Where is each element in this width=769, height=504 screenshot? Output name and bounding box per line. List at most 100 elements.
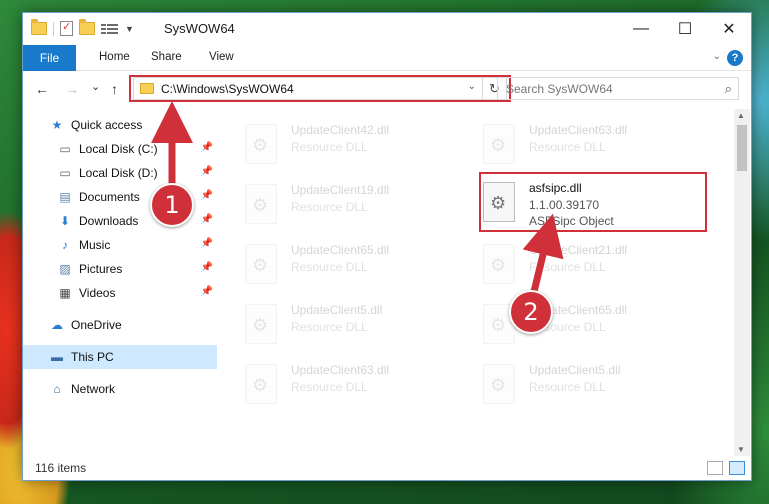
dll-file-icon <box>245 184 277 224</box>
sidebar-item-onedrive[interactable]: ☁ OneDrive <box>23 313 217 337</box>
file-item[interactable]: UpdateClient65.dll Resource DLL <box>223 235 453 293</box>
pin-icon: 📌 <box>200 238 213 249</box>
toolbar-separator <box>53 21 54 36</box>
file-type: Resource DLL <box>291 380 368 394</box>
drive-icon: ▭ <box>59 142 71 156</box>
file-name: UpdateClient42.dll <box>291 123 390 137</box>
dll-file-icon <box>483 124 515 164</box>
file-item[interactable]: UpdateClient21.dll Resource DLL <box>461 235 691 293</box>
navigation-pane: ★ Quick access ▭ Local Disk (C:) 📌 ▭ Loc… <box>23 113 217 453</box>
sidebar-item-label: Music <box>79 238 111 252</box>
drive-icon: ▭ <box>59 166 71 180</box>
scroll-down-icon[interactable]: ▼ <box>737 445 745 454</box>
scroll-up-icon[interactable]: ▲ <box>737 111 745 120</box>
sidebar-item-this-pc[interactable]: ▬ This PC <box>23 345 217 369</box>
file-highlight-box <box>479 172 707 232</box>
pin-icon: 📌 <box>200 214 213 225</box>
file-item[interactable]: UpdateClient42.dll Resource DLL <box>223 115 453 173</box>
file-name: UpdateClient63.dll <box>529 123 628 137</box>
tab-view[interactable]: View <box>209 51 234 63</box>
item-count: 116 items <box>35 461 87 475</box>
pin-icon: 📌 <box>200 262 213 273</box>
quick-access-toolbar: ▼ <box>31 19 134 36</box>
documents-icon: ▤ <box>59 190 71 204</box>
title-bar: ▼ SysWOW64 — ☐ ✕ <box>23 13 751 45</box>
file-name: UpdateClient5.dll <box>291 303 383 317</box>
file-name: UpdateClient63.dll <box>291 363 390 377</box>
forward-button[interactable]: → <box>65 81 79 97</box>
expand-ribbon-icon[interactable]: ⌄ <box>713 51 721 62</box>
dll-file-icon <box>245 364 277 404</box>
sidebar-item-network[interactable]: ⌂ Network <box>23 377 217 401</box>
file-item[interactable]: UpdateClient5.dll Resource DLL <box>461 355 691 413</box>
sidebar-item-local-disk-d[interactable]: ▭ Local Disk (D:) 📌 <box>23 161 217 185</box>
window-title: SysWOW64 <box>164 21 235 36</box>
star-icon: ★ <box>51 118 63 132</box>
folder-icon[interactable] <box>31 19 47 35</box>
recent-locations-button[interactable]: ⌄ <box>91 80 100 93</box>
file-item[interactable]: UpdateClient63.dll Resource DLL <box>223 355 453 413</box>
file-item[interactable]: UpdateClient5.dll Resource DLL <box>223 295 453 353</box>
pin-icon: 📌 <box>200 166 213 177</box>
file-type: Resource DLL <box>529 260 606 274</box>
network-icon: ⌂ <box>53 382 61 396</box>
dll-file-icon <box>483 364 515 404</box>
dll-file-icon <box>245 244 277 284</box>
properties-icon[interactable] <box>60 20 73 36</box>
sidebar-item-label: OneDrive <box>71 318 122 332</box>
sidebar-item-label: Pictures <box>79 262 123 276</box>
file-item[interactable]: UpdateClient19.dll Resource DLL <box>223 175 453 233</box>
customize-toolbar-icon[interactable]: ▼ <box>125 24 134 34</box>
new-folder-icon[interactable] <box>79 19 95 35</box>
videos-icon: ▦ <box>59 286 71 300</box>
window-controls: — ☐ ✕ <box>619 13 751 44</box>
search-input[interactable]: Search SysWOW64 ⌕ <box>497 77 739 100</box>
sidebar-item-label: Network <box>71 382 116 396</box>
dll-file-icon <box>245 304 277 344</box>
file-type: Resource DLL <box>291 140 368 154</box>
pin-icon: 📌 <box>200 142 213 153</box>
sidebar-item-videos[interactable]: ▦ Videos 📌 <box>23 281 217 305</box>
file-type: Resource DLL <box>291 200 368 214</box>
sidebar-item-label: Local Disk (C:) <box>79 142 158 156</box>
pin-icon: 📌 <box>200 286 213 297</box>
tiles-view-icon[interactable] <box>729 461 745 475</box>
dll-file-icon <box>245 124 277 164</box>
tab-file[interactable]: File <box>23 45 76 71</box>
sidebar-item-music[interactable]: ♪ Music 📌 <box>23 233 217 257</box>
file-type: Resource DLL <box>529 140 606 154</box>
help-icon[interactable]: ? <box>727 50 743 66</box>
file-type: Resource DLL <box>291 320 368 334</box>
computer-icon: ▬ <box>51 350 63 364</box>
search-icon[interactable]: ⌕ <box>725 81 732 97</box>
cloud-icon: ☁ <box>51 318 63 332</box>
search-placeholder: Search SysWOW64 <box>506 82 613 96</box>
back-button[interactable]: ← <box>35 81 49 97</box>
file-type: Resource DLL <box>291 260 368 274</box>
sidebar-item-local-disk-c[interactable]: ▭ Local Disk (C:) 📌 <box>23 137 217 161</box>
tab-share[interactable]: Share <box>151 51 182 63</box>
details-view-icon[interactable] <box>707 461 723 475</box>
file-item[interactable]: UpdateClient63.dll Resource DLL <box>461 115 691 173</box>
file-name: UpdateClient21.dll <box>529 243 628 257</box>
close-button[interactable]: ✕ <box>707 13 751 44</box>
sidebar-item-pictures[interactable]: ▨ Pictures 📌 <box>23 257 217 281</box>
sidebar-item-label: Quick access <box>71 118 143 132</box>
downloads-icon: ⬇ <box>59 214 71 228</box>
sidebar-item-label: Documents <box>79 190 140 204</box>
sidebar-item-label: This PC <box>71 350 114 364</box>
minimize-button[interactable]: — <box>619 13 663 44</box>
view-options-icon[interactable] <box>101 23 119 35</box>
status-bar: 116 items <box>23 456 751 480</box>
vertical-scrollbar[interactable]: ▲ ▼ <box>734 109 750 456</box>
address-highlight-box <box>129 75 511 102</box>
maximize-button[interactable]: ☐ <box>663 13 707 44</box>
file-name: UpdateClient65.dll <box>291 243 390 257</box>
sidebar-item-quick-access[interactable]: ★ Quick access <box>23 113 217 137</box>
file-item[interactable]: UpdateClient65.dll Resource DLL <box>461 295 691 353</box>
pin-icon: 📌 <box>200 190 213 201</box>
scrollbar-thumb[interactable] <box>737 125 747 171</box>
up-button[interactable]: ↑ <box>111 81 118 97</box>
file-name: UpdateClient5.dll <box>529 363 621 377</box>
tab-home[interactable]: Home <box>99 51 130 63</box>
